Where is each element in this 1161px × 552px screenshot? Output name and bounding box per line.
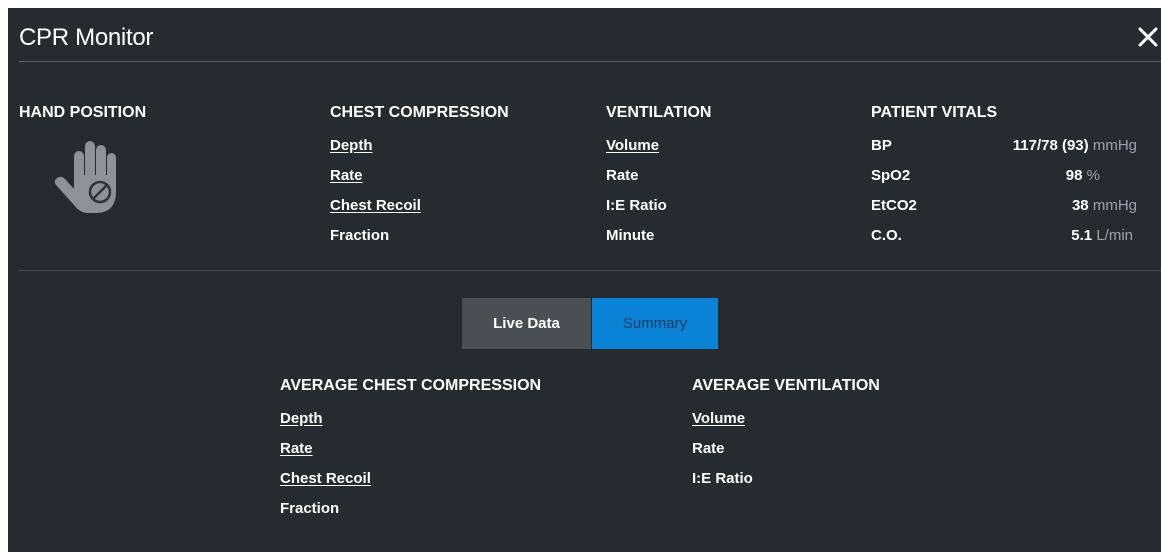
ventilation-minute-label: Minute <box>606 227 655 244</box>
window-title: CPR Monitor <box>19 24 154 51</box>
vital-spo2-value: 98 % <box>1065 167 1100 184</box>
close-icon[interactable] <box>1135 24 1161 50</box>
vital-etco2-value: 38 mmHg <box>1071 197 1137 214</box>
vital-co-value: 5.1 L/min <box>1071 227 1133 244</box>
hand-blocked-icon <box>52 139 134 215</box>
vital-bp-label: BP <box>871 137 892 154</box>
chest-compression-heading: CHEST COMPRESSION <box>330 104 509 121</box>
patient-vitals-heading: PATIENT VITALS <box>871 104 998 121</box>
tab-summary[interactable]: Summary <box>592 298 718 349</box>
avg-chest-fraction-label: Fraction <box>280 500 340 517</box>
chest-fraction-label: Fraction <box>330 227 390 244</box>
ventilation-ie-ratio-label: I:E Ratio <box>606 197 667 214</box>
hand-position-heading: HAND POSITION <box>19 104 147 121</box>
avg-chest-rate-link[interactable]: Rate <box>280 440 313 457</box>
vital-co-label: C.O. <box>871 227 902 244</box>
avg-chest-compression-heading: AVERAGE CHEST COMPRESSION <box>280 377 542 394</box>
avg-ventilation-heading: AVERAGE VENTILATION <box>692 377 880 394</box>
chest-depth-link[interactable]: Depth <box>330 137 373 154</box>
chest-rate-link[interactable]: Rate <box>330 167 363 184</box>
avg-chest-recoil-link[interactable]: Chest Recoil <box>280 470 371 487</box>
ventilation-volume-link[interactable]: Volume <box>606 137 659 154</box>
vital-spo2-label: SpO2 <box>871 167 911 184</box>
vital-etco2-label: EtCO2 <box>871 197 917 214</box>
section-divider <box>19 270 1161 271</box>
vital-bp-value: 117/78 (93) mmHg <box>1012 137 1137 154</box>
header-divider <box>19 61 1161 62</box>
avg-ventilation-ie-ratio-label: I:E Ratio <box>692 470 753 487</box>
avg-chest-depth-link[interactable]: Depth <box>280 410 323 427</box>
cpr-monitor-panel: CPR Monitor HAND POSITION CHEST COMPRESS… <box>8 8 1161 552</box>
ventilation-rate-label: Rate <box>606 167 639 184</box>
chest-recoil-link[interactable]: Chest Recoil <box>330 197 421 214</box>
tab-live-data[interactable]: Live Data <box>462 298 591 349</box>
avg-ventilation-rate-label: Rate <box>692 440 725 457</box>
avg-ventilation-volume-link[interactable]: Volume <box>692 410 745 427</box>
ventilation-heading: VENTILATION <box>606 104 712 121</box>
